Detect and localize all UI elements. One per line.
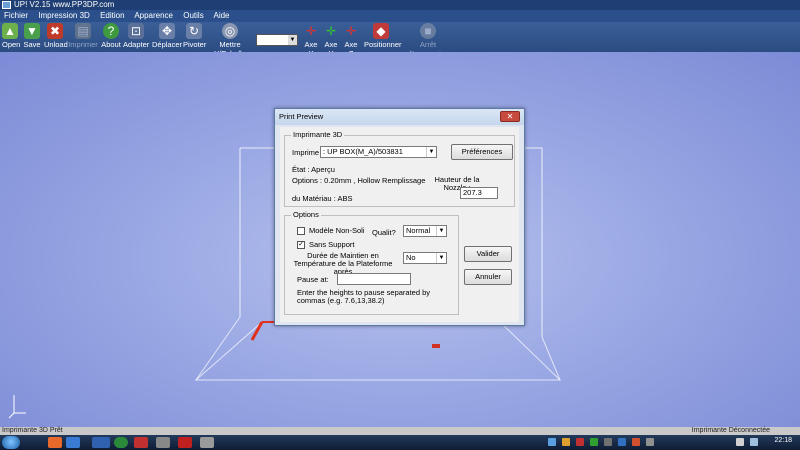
unload-icon: ✖ — [47, 23, 63, 39]
menu-fichier[interactable]: Fichier — [4, 11, 28, 20]
pause-help-text: Enter the heights to pause separated by … — [297, 288, 431, 305]
window-titlebar: UP! V2.15 www.PP3DP.com — [0, 0, 800, 10]
tray-icon[interactable] — [576, 438, 584, 446]
printer-select[interactable]: : UP BOX(M_A)/503831 ▼ — [320, 146, 437, 158]
taskbar-app-icon[interactable] — [156, 437, 170, 448]
preferences-button[interactable]: Préférences — [451, 144, 513, 160]
printer-icon: ▤ — [75, 23, 91, 39]
toolbar: ▲ Open ▼ Save ✖ Unload ▤ Imprimer ? Abou… — [0, 22, 800, 58]
rotate-icon: ↻ — [186, 23, 202, 39]
menu-edition[interactable]: Edition — [100, 11, 124, 20]
chevron-down-icon: ▼ — [288, 35, 297, 45]
chevron-down-icon: ▼ — [436, 253, 446, 263]
duree-select[interactable]: No ▼ — [403, 252, 447, 264]
axis-y-icon: ✛ — [325, 24, 337, 38]
chevron-down-icon: ▼ — [436, 226, 446, 236]
tray-icon[interactable] — [590, 438, 598, 446]
tray-icon[interactable] — [646, 438, 654, 446]
open-button[interactable]: ▲ Open — [2, 23, 20, 49]
unload-button[interactable]: ✖ Unload — [44, 23, 68, 49]
taskbar-chrome-icon[interactable] — [114, 437, 128, 448]
clock[interactable]: 22:18 — [774, 437, 792, 444]
modele-non-solide-label: Modèle Non-Soli — [309, 226, 365, 235]
dialog-body: Imprimante 3D Imprime : UP BOX(M_A)/5038… — [280, 127, 519, 322]
modele-non-solide-checkbox[interactable] — [297, 227, 305, 235]
options-line: Options : 0.20mm , Hollow Remplissage — [292, 176, 426, 185]
status-bar: Imprimante 3D Prêt Imprimante Déconnecté… — [0, 427, 800, 435]
start-button[interactable] — [2, 436, 20, 449]
axis-z-icon: ✛ — [345, 24, 357, 38]
positionner-button[interactable]: ◆ Positionner — [364, 23, 402, 49]
pivoter-button[interactable]: ↻ Pivoter — [183, 23, 206, 49]
axis-x-icon: ✛ — [305, 24, 317, 38]
save-icon: ▼ — [24, 23, 40, 39]
etat-label: État : Aperçu — [292, 165, 335, 174]
materiau-label: du Matériau : ABS — [292, 194, 353, 203]
imprimer-button[interactable]: ▤ Imprimer — [68, 23, 98, 49]
tray-icon[interactable] — [548, 438, 556, 446]
chevron-down-icon: ▼ — [426, 147, 436, 157]
hauteur-input[interactable]: 207.3 — [460, 187, 498, 199]
menu-aide[interactable]: Aide — [213, 11, 229, 20]
scale-icon: ◎ — [222, 23, 238, 39]
about-button[interactable]: ? About — [100, 23, 122, 49]
sans-support-label: Sans Support — [309, 240, 355, 249]
menu-bar: Fichier Impression 3D Edition Apparence … — [0, 10, 800, 22]
about-icon: ? — [103, 23, 119, 39]
print-preview-dialog: Print Preview ✕ Imprimante 3D Imprime : … — [274, 108, 525, 326]
adapter-button[interactable]: ⊡ Adapter — [123, 23, 149, 49]
taskbar-app-icon[interactable] — [66, 437, 80, 448]
dialog-title: Print Preview — [275, 109, 524, 125]
volume-icon[interactable] — [736, 438, 744, 446]
status-left: Imprimante 3D Prêt — [2, 427, 63, 434]
imprimante-group-title: Imprimante 3D — [291, 130, 345, 139]
options-group: Options Modèle Non-Soli Qualit? Normal ▼… — [284, 210, 459, 315]
deplacer-button[interactable]: ✥ Déplacer — [152, 23, 182, 49]
network-icon[interactable] — [750, 438, 758, 446]
taskbar-app-icon[interactable] — [48, 437, 62, 448]
imprimante-group: Imprimante 3D Imprime : UP BOX(M_A)/5038… — [284, 130, 515, 207]
menu-apparence[interactable]: Apparence — [134, 11, 173, 20]
move-icon: ✥ — [159, 23, 175, 39]
annuler-button[interactable]: Annuler — [464, 269, 512, 285]
menu-impression-3d[interactable]: Impression 3D — [38, 11, 90, 20]
qualite-label: Qualit? — [372, 228, 396, 237]
valider-button[interactable]: Valider — [464, 246, 512, 262]
fit-icon: ⊡ — [128, 23, 144, 39]
taskbar-word-icon[interactable] — [92, 437, 110, 448]
taskbar-app-icon[interactable] — [200, 437, 214, 448]
tray-icon[interactable] — [618, 438, 626, 446]
taskbar: 22:18 — [0, 435, 800, 450]
save-button[interactable]: ▼ Save — [22, 23, 42, 49]
tray-icon[interactable] — [562, 438, 570, 446]
qualite-select[interactable]: Normal ▼ — [403, 225, 447, 237]
status-connection: Imprimante Déconnectée — [691, 427, 770, 434]
taskbar-app-icon[interactable] — [134, 437, 148, 448]
imprime-label: Imprime — [292, 148, 320, 157]
taskbar-app-icon[interactable] — [178, 437, 192, 448]
menu-outils[interactable]: Outils — [183, 11, 203, 20]
window-title: UP! V2.15 www.PP3DP.com — [14, 0, 115, 9]
options-group-title: Options — [291, 210, 321, 219]
tray-icon[interactable] — [632, 438, 640, 446]
pause-label: Pause at: — [297, 275, 329, 284]
tray-icon[interactable] — [604, 438, 612, 446]
sans-support-checkbox[interactable]: ✓ — [297, 241, 305, 249]
app-icon — [2, 1, 11, 9]
open-icon: ▲ — [2, 23, 18, 39]
scale-select[interactable]: ▼ — [256, 34, 298, 46]
stop-icon: ■ — [420, 23, 436, 39]
pause-input[interactable] — [337, 273, 411, 285]
axis-indicator-icon — [8, 395, 26, 419]
dialog-close-button[interactable]: ✕ — [500, 111, 520, 122]
position-icon: ◆ — [373, 23, 389, 39]
